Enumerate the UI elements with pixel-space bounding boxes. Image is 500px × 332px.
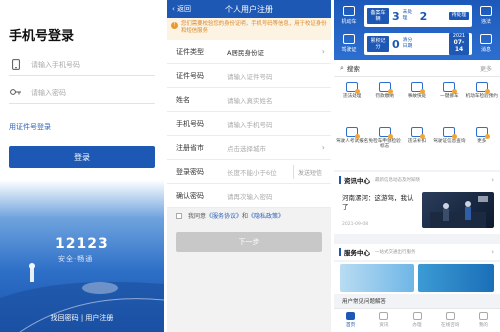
grid-item[interactable]: 违法处理 — [336, 81, 368, 109]
footer-links[interactable]: 找回密码 | 用户注册 — [0, 313, 164, 323]
field-id-type[interactable]: 证件类型 A居民身份证 › — [167, 40, 331, 64]
handle-icon — [412, 312, 422, 320]
phone-icon — [9, 58, 23, 72]
phone-field[interactable]: 请输入手机号码 — [9, 54, 155, 76]
chevron-right-icon: › — [321, 143, 325, 152]
license-icon — [343, 34, 355, 44]
car-icon — [343, 6, 355, 16]
grid-item[interactable]: 罚款缴纳 — [368, 81, 400, 109]
next-button[interactable]: 下一步 — [176, 232, 322, 252]
service-grid: 违法处理 罚款缴纳 事故快处 一键挪车 机动车检验预约 驾驶人考试报名 免检车申… — [334, 77, 500, 170]
field-phone[interactable]: 手机号码 请输入手机号码 — [167, 112, 331, 136]
login-screen: 手机号登录 请输入手机号码 请输入密码 用证件号登录 登录 12123 安全·畅… — [0, 0, 164, 332]
tab-home[interactable]: 首页 — [334, 309, 367, 332]
accident-icon — [410, 82, 425, 94]
user-icon — [478, 312, 488, 320]
register-form: 证件类型 A居民身份证 › 证件号码 请输入证件号码 姓名 请输入真实姓名 手机… — [167, 40, 331, 208]
id-login-link[interactable]: 用证件号登录 — [9, 122, 51, 132]
password-field[interactable]: 请输入密码 — [9, 82, 155, 104]
page-title: 手机号登录 — [9, 29, 75, 44]
grid-item[interactable]: 违法补扣 — [401, 126, 433, 154]
inspection-icon — [475, 82, 490, 94]
grid-item[interactable]: 驾驶人考试报名 — [336, 126, 368, 154]
login-footer: 12123 安全·畅通 找回密码 | 用户注册 — [0, 180, 164, 332]
violation-shortcut[interactable]: 违法 — [473, 6, 499, 25]
privacy-policy-link[interactable]: 《隐私政策》 — [248, 211, 284, 220]
news-image — [422, 192, 494, 228]
service-agreement-link[interactable]: 《服务协议》 — [206, 211, 242, 220]
vehicle-shortcut[interactable]: 机动车 — [336, 6, 362, 25]
tab-consult[interactable]: 在线咨询 — [434, 309, 467, 332]
license-shortcut[interactable]: 驾驶证 — [336, 34, 362, 53]
more-link[interactable]: 更多 — [480, 64, 492, 73]
search-bar[interactable]: ⌕ 搜索 更多 — [334, 60, 500, 77]
grid-item[interactable]: 驾驶证信息查询 — [433, 126, 465, 154]
warning-icon: ! — [171, 22, 178, 29]
fine-icon — [378, 82, 393, 94]
field-id-number[interactable]: 证件号码 请输入证件号码 — [167, 64, 331, 88]
slogan: 安全·畅通 — [58, 255, 94, 263]
chevron-right-icon: › — [321, 47, 325, 56]
news-item[interactable]: 河南漯河：这游驾，我认了 2021-09-08 — [334, 188, 500, 234]
agreement-row: 我同意 《服务协议》 和 《隐私政策》 — [176, 211, 284, 220]
grid-item[interactable]: 事故快处 — [401, 81, 433, 109]
search-icon: ⌕ — [340, 63, 344, 72]
notice-banner: ! 您们需要校验您的身份证明，手机号码等信息，用于校证身份和短信服务 — [167, 18, 331, 40]
bottom-tab-bar: 首页 资讯 办理 在线咨询 我的 — [334, 308, 500, 332]
grid-item[interactable]: 免检车申领检验标志 — [368, 126, 401, 154]
news-icon — [379, 312, 389, 320]
more-icon — [475, 126, 490, 139]
tab-news[interactable]: 资讯 — [367, 309, 400, 332]
grid-item[interactable]: 一键挪车 — [433, 81, 465, 109]
register-screen: ‹ 返回 个人用户注册 ! 您们需要校验您的身份证明，手机号码等信息，用于校证身… — [167, 0, 331, 332]
login-button[interactable]: 登录 — [9, 146, 155, 168]
home-screen: 机动车 驾驶证 违法 消息 备案车辆 3 未处理 2 待处理 累积记分 0 清分… — [334, 0, 500, 332]
license-card[interactable]: 累积记分 0 清分 日期 2021 07-14 — [364, 33, 472, 55]
violation-icon — [346, 82, 361, 94]
field-password[interactable]: 登录密码 长度不能小于6位 发送短信 — [167, 160, 331, 184]
chevron-right-icon: › — [491, 176, 494, 184]
field-city[interactable]: 注册省市 点击选择城市 › — [167, 136, 331, 160]
move-car-icon — [443, 82, 458, 94]
field-confirm-password[interactable]: 确认密码 请再次输入密码 — [167, 184, 331, 208]
service-section-header[interactable]: 服务中心 一站式交通出行服务 › — [334, 244, 500, 260]
grid-item[interactable]: 机动车检验预约 — [466, 81, 498, 109]
faq-link[interactable]: 用户常见问题解答 — [342, 297, 386, 305]
message-shortcut[interactable]: 消息 — [473, 34, 499, 53]
chevron-right-icon: › — [491, 248, 494, 256]
exam-icon — [346, 126, 361, 139]
news-section-header[interactable]: 资讯中心 最新信息动态及时知晓 › — [334, 172, 500, 188]
tab-handle[interactable]: 办理 — [400, 309, 433, 332]
grid-item[interactable]: 更多 — [466, 126, 498, 154]
service-banner[interactable] — [418, 264, 494, 292]
key-icon — [9, 86, 23, 100]
chat-icon — [445, 312, 455, 320]
license-query-icon — [443, 126, 458, 139]
service-banners — [334, 262, 500, 294]
send-sms-button[interactable]: 发送短信 — [292, 165, 326, 179]
phone-input[interactable]: 请输入手机号码 — [31, 60, 80, 70]
service-banner[interactable] — [340, 264, 414, 292]
camera-icon — [480, 6, 492, 16]
app-logo: 12123 — [55, 236, 109, 252]
deduct-icon — [410, 126, 425, 139]
page-title: 个人用户注册 — [225, 4, 273, 14]
password-input[interactable]: 请输入密码 — [31, 88, 66, 98]
register-header: ‹ 返回 个人用户注册 — [167, 0, 331, 18]
home-header: 机动车 驾驶证 违法 消息 备案车辆 3 未处理 2 待处理 累积记分 0 清分… — [334, 0, 500, 60]
message-icon — [480, 34, 492, 44]
tab-mine[interactable]: 我的 — [467, 309, 500, 332]
agree-checkbox[interactable] — [176, 212, 182, 219]
field-name[interactable]: 姓名 请输入真实姓名 — [167, 88, 331, 112]
home-icon — [346, 312, 356, 320]
inspection-sign-icon — [378, 126, 393, 139]
vehicle-card[interactable]: 备案车辆 3 未处理 2 待处理 — [364, 5, 472, 27]
